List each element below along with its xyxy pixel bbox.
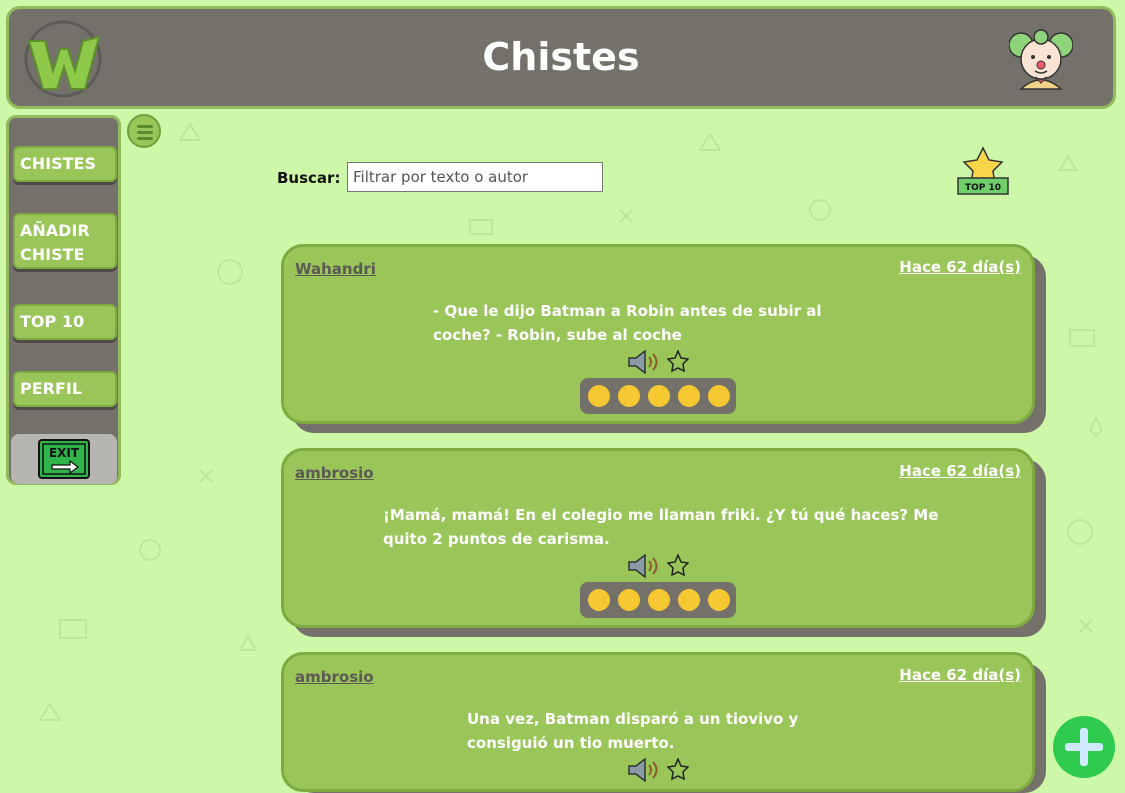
hamburger-icon[interactable]: [127, 114, 161, 148]
sidebar-item-chistes[interactable]: CHISTES: [13, 146, 117, 182]
exit-button[interactable]: EXIT: [11, 434, 117, 484]
slight-smile-icon[interactable]: [648, 385, 670, 407]
joke-date: Hace 62 día(s): [899, 462, 1021, 480]
search-input[interactable]: [347, 162, 603, 192]
plus-icon: [1065, 728, 1103, 766]
neutral-face-icon[interactable]: [618, 385, 640, 407]
speaker-icon[interactable]: [627, 554, 661, 578]
reaction-bar: [580, 582, 736, 618]
confused-face-icon[interactable]: [588, 385, 610, 407]
search-label: Buscar:: [277, 169, 341, 187]
top10-badge-icon[interactable]: TOP 10: [956, 146, 1010, 198]
add-joke-button[interactable]: [1053, 716, 1115, 778]
joke-card: Wahandri Hace 62 día(s) - Que le dijo Ba…: [281, 244, 1035, 424]
reaction-bar: [580, 378, 736, 414]
slight-smile-icon[interactable]: [648, 589, 670, 611]
sidebar-nav: CHISTES AÑADIR CHISTE TOP 10 PERFIL EXIT: [6, 115, 121, 485]
joke-actions: [627, 350, 697, 374]
sidebar-item-top10[interactable]: TOP 10: [13, 304, 117, 340]
joke-actions: [627, 554, 697, 578]
joke-text: Una vez, Batman disparó a un tiovivo y c…: [467, 710, 799, 752]
confused-face-icon[interactable]: [588, 589, 610, 611]
joke-text: ¡Mamá, mamá! En el colegio me llaman fri…: [383, 506, 939, 548]
speaker-icon[interactable]: [627, 350, 661, 374]
joke-card: ambrosio Hace 62 día(s) Una vez, Batman …: [281, 652, 1035, 792]
page-title: Chistes: [482, 35, 640, 79]
clown-icon: [1009, 29, 1073, 90]
exit-label: EXIT: [49, 446, 80, 460]
sidebar-item-perfil[interactable]: PERFIL: [13, 371, 117, 407]
app-header: Chistes: [6, 6, 1116, 109]
joke-author[interactable]: Wahandri: [295, 260, 376, 278]
exit-sign-icon: EXIT: [38, 439, 90, 479]
joke-author[interactable]: ambrosio: [295, 668, 374, 686]
tears-of-joy-icon[interactable]: [708, 385, 730, 407]
neutral-face-icon[interactable]: [618, 589, 640, 611]
joke-card: ambrosio Hace 62 día(s) ¡Mamá, mamá! En …: [281, 448, 1035, 628]
joke-text: - Que le dijo Batman a Robin antes de su…: [433, 302, 822, 344]
speaker-icon[interactable]: [627, 758, 661, 782]
star-icon[interactable]: [667, 758, 689, 780]
laughing-face-icon[interactable]: [678, 589, 700, 611]
top10-badge-label: TOP 10: [965, 183, 1001, 193]
star-icon[interactable]: [667, 554, 689, 576]
joke-author[interactable]: ambrosio: [295, 464, 374, 482]
laughing-face-icon[interactable]: [678, 385, 700, 407]
joke-date: Hace 62 día(s): [899, 258, 1021, 276]
sidebar-item-anadir-chiste[interactable]: AÑADIR CHISTE: [13, 213, 117, 269]
joke-actions: [627, 758, 697, 782]
star-icon[interactable]: [667, 350, 689, 372]
tears-of-joy-icon[interactable]: [708, 589, 730, 611]
joke-date: Hace 62 día(s): [899, 666, 1021, 684]
